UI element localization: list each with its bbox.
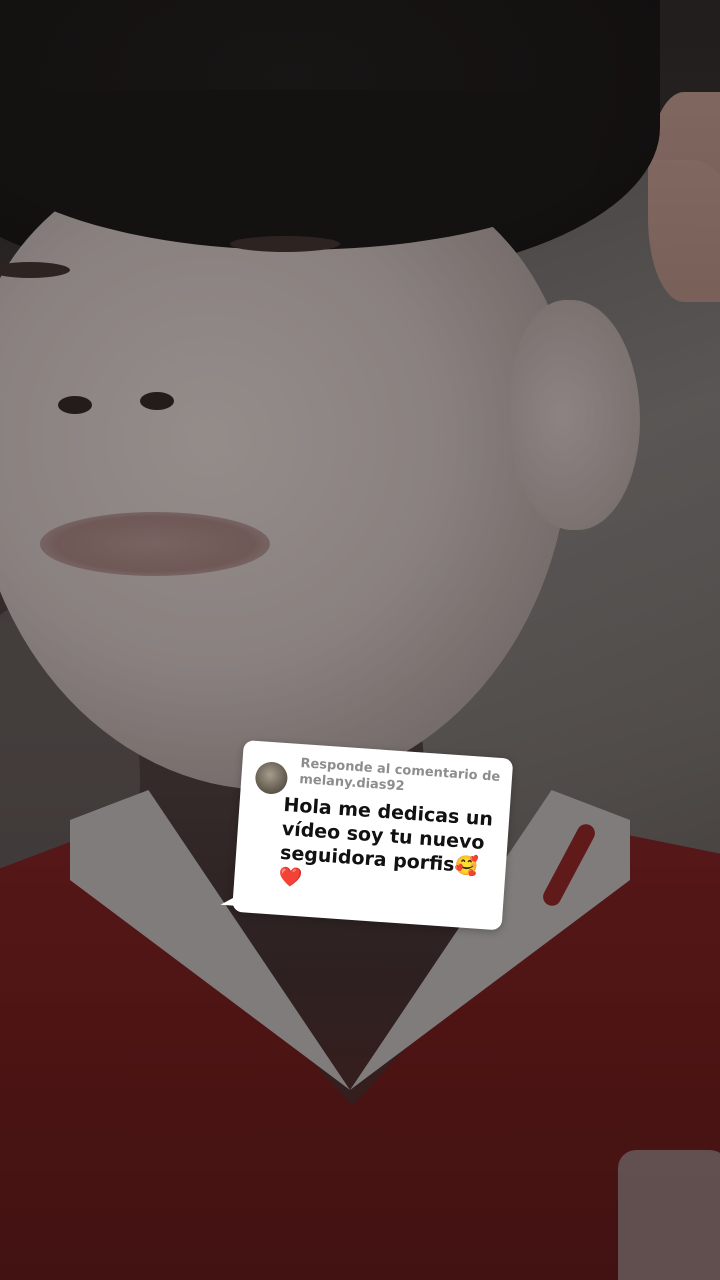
sticker-tail [220,890,244,907]
user-avatar-icon[interactable] [254,760,289,796]
video-dim-overlay [0,0,720,1280]
reply-comment-text: Hola me dedicas un vídeo soy tu nuevo se… [277,793,494,890]
video-frame[interactable]: Responde al comentario de melany.dias92 … [0,0,720,1280]
reply-comment-sticker[interactable]: Responde al comentario de melany.dias92 … [220,740,514,931]
